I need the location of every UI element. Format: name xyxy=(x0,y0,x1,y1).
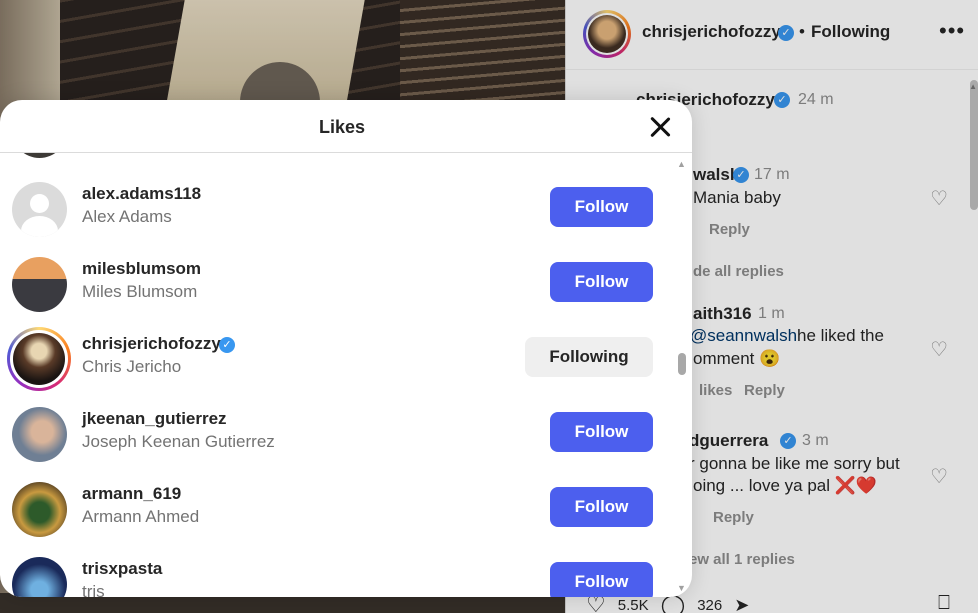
full-name: Alex Adams xyxy=(82,207,172,226)
username[interactable]: armann_619 xyxy=(82,484,181,504)
dialog-scrollbar[interactable]: ▲ ▼ xyxy=(675,153,689,597)
username[interactable]: alex.adams118 xyxy=(82,184,201,204)
follow-button[interactable]: Follow xyxy=(550,412,653,452)
list-item[interactable]: chrisjerichofozzy ✓ Chris Jericho Follow… xyxy=(0,322,672,397)
avatar[interactable] xyxy=(12,257,67,312)
full-name: Armann Ahmed xyxy=(82,507,200,526)
list-item[interactable]: alex.adams118 Alex Adams Follow xyxy=(0,172,672,247)
following-button[interactable]: Following xyxy=(525,337,653,377)
likes-list: alex.adams118 Alex Adams Follow milesblu… xyxy=(0,153,672,597)
avatar[interactable] xyxy=(12,153,67,158)
scrollbar-thumb[interactable] xyxy=(678,353,686,375)
full-name: Miles Blumsom xyxy=(82,282,198,301)
username[interactable]: chrisjerichofozzy xyxy=(82,334,221,354)
verified-icon: ✓ xyxy=(219,337,235,353)
follow-button[interactable]: Follow xyxy=(550,262,653,302)
full-name: Joseph Keenan Gutierrez xyxy=(82,432,275,451)
avatar[interactable] xyxy=(7,327,71,391)
avatar[interactable] xyxy=(12,557,67,597)
list-item[interactable] xyxy=(0,153,672,168)
follow-button[interactable]: Follow xyxy=(550,187,653,227)
scroll-up-icon[interactable]: ▲ xyxy=(677,159,686,169)
list-item[interactable]: milesblumsom Miles Blumsom Follow xyxy=(0,247,672,322)
list-item[interactable]: trisxpasta tris Follow xyxy=(0,547,672,597)
likes-dialog: Likes alex.adams118 Alex Adams Follow mi… xyxy=(0,100,692,597)
avatar[interactable] xyxy=(12,407,67,462)
full-name: tris xyxy=(82,582,105,597)
username[interactable]: milesblumsom xyxy=(82,259,201,279)
dialog-header: Likes xyxy=(0,100,692,153)
close-icon[interactable] xyxy=(645,112,675,142)
username[interactable]: jkeenan_gutierrez xyxy=(82,409,227,429)
full-name: Chris Jericho xyxy=(82,357,182,376)
list-item[interactable]: jkeenan_gutierrez Joseph Keenan Gutierre… xyxy=(0,397,672,472)
avatar[interactable] xyxy=(12,482,67,537)
follow-button[interactable]: Follow xyxy=(550,562,653,597)
username[interactable]: trisxpasta xyxy=(82,559,162,579)
avatar[interactable] xyxy=(12,182,67,237)
dialog-title: Likes xyxy=(318,117,366,137)
list-item[interactable]: armann_619 Armann Ahmed Follow xyxy=(0,472,672,547)
follow-button[interactable]: Follow xyxy=(550,487,653,527)
scroll-down-icon[interactable]: ▼ xyxy=(677,583,686,593)
